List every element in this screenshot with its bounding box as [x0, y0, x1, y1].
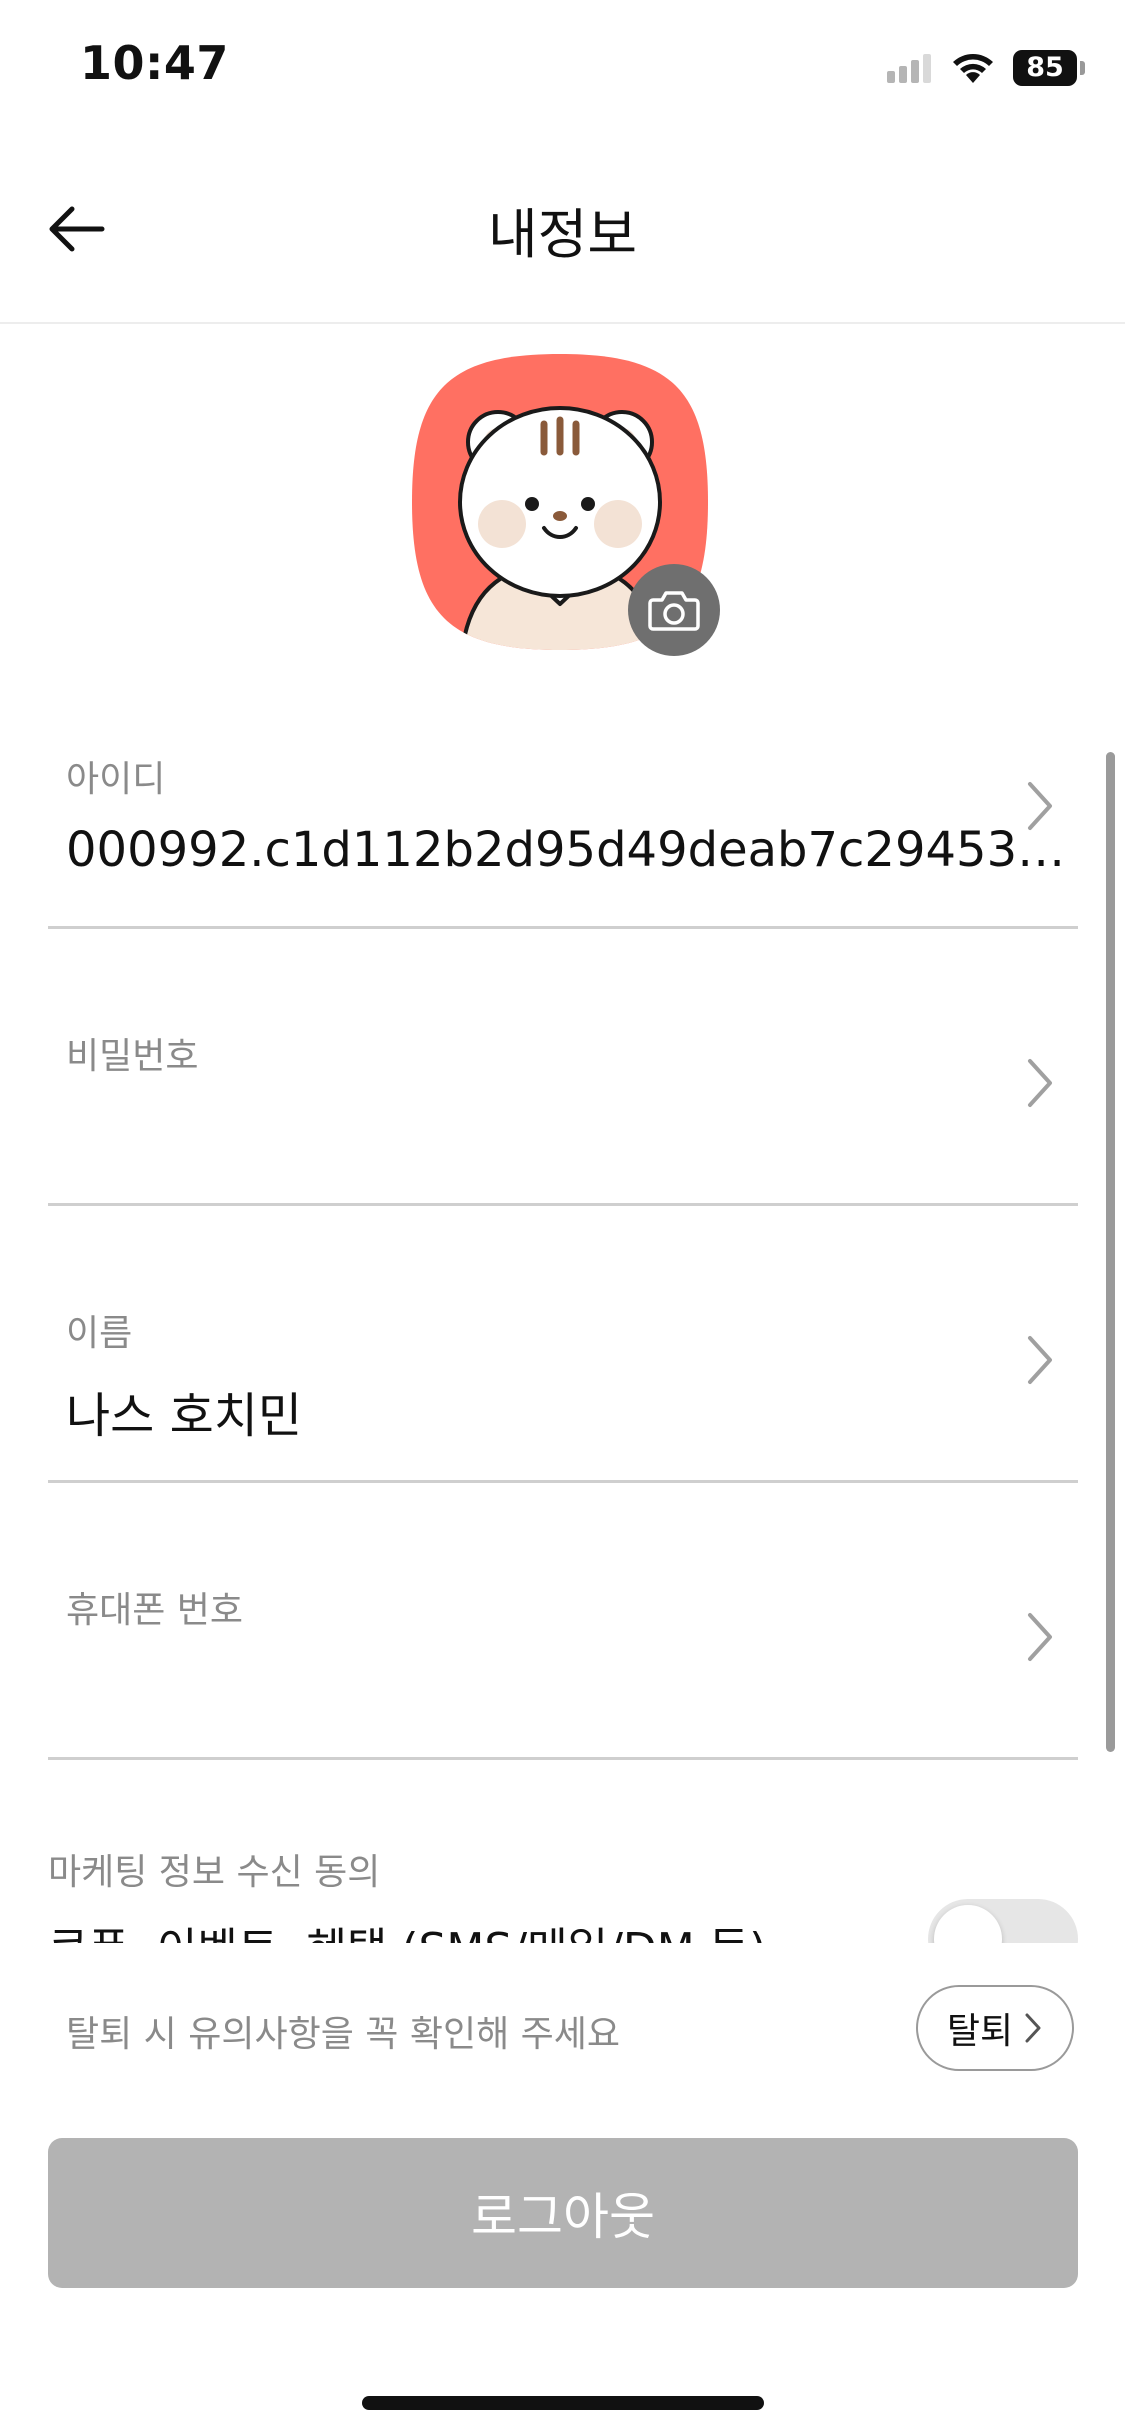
profile-form: 아이디 000992.c1d112b2d95d49deab7c2945390 비… [48, 652, 1078, 1760]
marketing-label: 마케팅 정보 수신 동의 [48, 1852, 381, 1893]
name-label: 이름 [66, 1313, 133, 1354]
marketing-description: 쿠폰, 이벤트, 혜택 (SMS/메일/DM 등) [48, 1913, 766, 1943]
header: 내정보 [0, 140, 1125, 324]
password-row[interactable]: 비밀번호 [48, 929, 1078, 1206]
phone-row[interactable]: 휴대폰 번호 [48, 1483, 1078, 1760]
chevron-right-icon [1025, 2013, 1041, 2043]
id-label: 아이디 [66, 759, 166, 800]
phone-label: 휴대폰 번호 [66, 1590, 244, 1631]
status-icons: 85 [887, 50, 1085, 86]
change-photo-button[interactable] [628, 564, 720, 656]
profile-avatar-area [410, 352, 720, 662]
camera-icon [648, 591, 700, 631]
page-title: 내정보 [487, 203, 638, 266]
status-bar: 10:47 85 [0, 0, 1125, 140]
cellular-signal-icon [887, 54, 931, 83]
id-row[interactable]: 아이디 000992.c1d112b2d95d49deab7c2945390 [48, 652, 1078, 929]
id-value: 000992.c1d112b2d95d49deab7c2945390 [66, 822, 1066, 878]
password-label: 비밀번호 [66, 1036, 199, 1077]
marketing-consent: 마케팅 정보 수신 동의 쿠폰, 이벤트, 혜택 (SMS/메일/DM 등) [48, 1835, 1078, 1943]
chevron-right-icon [1028, 782, 1052, 830]
wifi-icon [953, 54, 993, 83]
withdraw-label: 탈퇴 [946, 2011, 1014, 2052]
chevron-right-icon [1028, 1336, 1052, 1384]
logout-label: 로그아웃 [471, 2188, 655, 2246]
name-row[interactable]: 이름 나스 호치민 [48, 1206, 1078, 1483]
chevron-right-icon [1028, 1613, 1052, 1661]
home-indicator [362, 2396, 764, 2410]
marketing-toggle[interactable] [928, 1899, 1078, 1943]
withdraw-button[interactable]: 탈퇴 [916, 1985, 1074, 2071]
status-time: 10:47 [80, 36, 229, 90]
chevron-right-icon [1028, 1059, 1052, 1107]
battery-level: 85 [1026, 52, 1064, 83]
withdraw-notice: 탈퇴 시 유의사항을 꼭 확인해 주세요 [66, 2014, 621, 2055]
scrollbar[interactable] [1106, 752, 1115, 1752]
name-value: 나스 호치민 [66, 1388, 303, 1444]
toggle-knob [934, 1905, 1002, 1943]
logout-button[interactable]: 로그아웃 [48, 2138, 1078, 2288]
battery-icon: 85 [1013, 50, 1085, 86]
